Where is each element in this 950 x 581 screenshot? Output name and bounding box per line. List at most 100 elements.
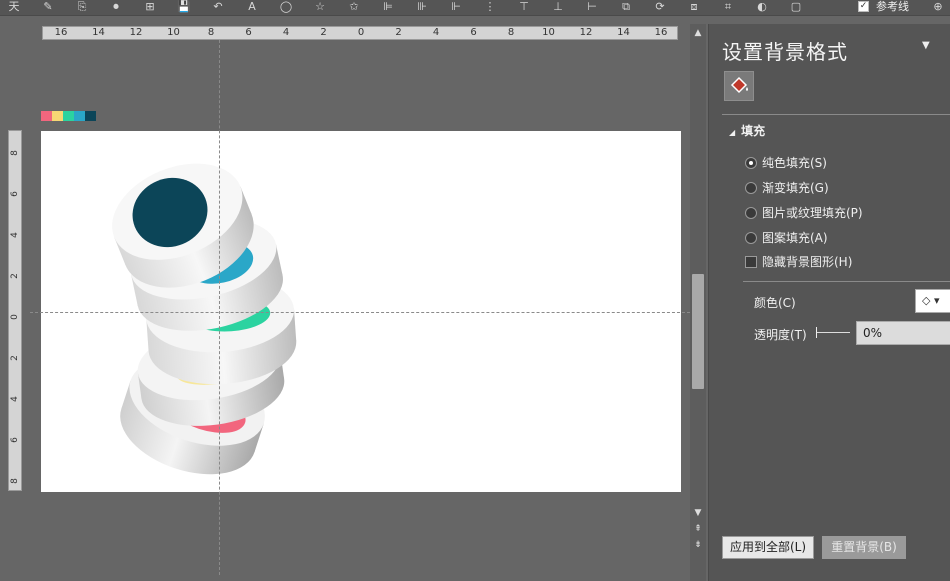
reference-line-checkbox[interactable]: ✓ (858, 1, 869, 12)
ruler-tick-label: 6 (470, 27, 477, 38)
transparency-slider-handle[interactable] (816, 327, 817, 338)
distribute-icon[interactable]: ⋮ (482, 0, 498, 14)
ruler-tick-label: 8 (10, 478, 20, 484)
reset-background-button[interactable]: 重置背景(B) (822, 536, 906, 559)
gradient-fill-label: 渐变填充(G) (762, 181, 829, 195)
scroll-down-icon[interactable]: ▼ (691, 506, 705, 520)
divider (743, 281, 950, 282)
transparency-label: 透明度(T) (754, 328, 807, 342)
star-icon[interactable]: ☆ (312, 0, 328, 14)
vertical-scrollbar[interactable]: ▲ ▼ ⇞ ⇟ (690, 24, 706, 581)
transparency-slider[interactable] (816, 332, 850, 333)
quick-access-toolbar: ✓ 参考线 ⊕ 天 ✎ ⎘ ⏺ ⊞ 💾 ↶ A ◯ ☆ ✩ ⊫ ⊪ ⊩ ⋮ ⊤ ⊥ ⊢ ⧉ ⟳ ⧈ ⌗ ◐ ▢ (0, 0, 950, 16)
pattern-fill-radio[interactable] (745, 231, 757, 244)
solid-fill-option[interactable]: 纯色填充(S) (745, 154, 827, 171)
pattern-fill-label: 图案填充(A) (762, 231, 828, 245)
ruler-tick-label: 8 (507, 27, 515, 38)
gradient-fill-radio[interactable] (745, 181, 757, 194)
effect-icon[interactable]: ◐ (754, 0, 770, 14)
record-icon[interactable]: ⏺ (108, 0, 124, 14)
ruler-tick-label: 6 (10, 191, 20, 197)
fill-tab-paint-bucket-icon[interactable] (724, 71, 754, 101)
textbox-icon[interactable]: A (244, 0, 260, 14)
ruler-tick-label: 16 (54, 27, 68, 38)
align-bottom-icon[interactable]: ⊢ (584, 0, 600, 14)
picture-texture-fill-radio[interactable] (745, 206, 757, 219)
align-left-icon[interactable]: ⊫ (380, 0, 396, 14)
align-right-icon[interactable]: ⊩ (448, 0, 464, 14)
ruler-tick-label: 4 (432, 27, 440, 38)
solid-fill-label: 纯色填充(S) (762, 156, 827, 170)
grid-icon[interactable]: ⊞ (142, 0, 158, 14)
ruler-tick-label: 0 (10, 314, 20, 320)
rotate-icon[interactable]: ⟳ (652, 0, 668, 14)
previous-slide-icon[interactable]: ⇞ (691, 522, 705, 536)
ruler-tick-label: 12 (579, 27, 593, 38)
apply-to-all-button[interactable]: 应用到全部(L) (722, 536, 814, 559)
next-slide-icon[interactable]: ⇟ (691, 538, 705, 552)
ruler-tick-label: 6 (10, 437, 20, 443)
ruler-tick-label: 4 (10, 396, 20, 402)
text-icon[interactable]: 天 (6, 0, 22, 14)
ruler-tick-label: 2 (10, 273, 20, 279)
panel-options-chevron-icon[interactable]: ▼ (922, 40, 930, 51)
save-icon[interactable]: 💾 (176, 0, 192, 14)
ruler-tick-label: 8 (10, 150, 20, 156)
paste-icon[interactable]: ⎘ (74, 0, 90, 14)
fill-color-dropdown[interactable]: ◇ ▾ (915, 289, 950, 313)
horizontal-ruler: 16 14 12 10 8 6 4 2 0 2 4 6 8 10 12 14 16 (42, 26, 678, 40)
group-icon[interactable]: ⧉ (618, 0, 634, 14)
shape-icon[interactable]: ◯ (278, 0, 294, 14)
ruler-tick-label: 2 (395, 27, 402, 38)
align-top-icon[interactable]: ⊤ (516, 0, 532, 14)
palette-swatch[interactable] (41, 111, 52, 121)
scroll-up-icon[interactable]: ▲ (691, 26, 705, 40)
format-background-panel: 设置背景格式 ▼ ◢ 填充 纯色填充(S) 渐变填充(G) 图片或纹理填充(P) … (708, 24, 950, 581)
color-label: 颜色(C) (754, 296, 796, 310)
scroll-thumb[interactable] (692, 274, 704, 389)
palette-swatch[interactable] (63, 111, 74, 121)
ruler-tick-label: 6 (245, 27, 252, 38)
undo-icon[interactable]: ↶ (210, 0, 226, 14)
panel-title: 设置背景格式 (722, 40, 848, 64)
ruler-tick-label: 14 (617, 27, 630, 38)
reference-line-label[interactable]: 参考线 (876, 0, 909, 13)
hide-background-graphics-checkbox[interactable] (745, 255, 757, 268)
palette-swatch[interactable] (52, 111, 63, 121)
fill-section-label: 填充 (741, 124, 766, 138)
ruler-tick-label: 0 (357, 27, 365, 38)
horizontal-guide-line[interactable] (30, 312, 690, 313)
align-middle-icon[interactable]: ⊥ (550, 0, 566, 14)
ruler-tick-label: 4 (282, 27, 290, 38)
vertical-ruler: 8 6 4 2 0 2 4 6 8 (8, 130, 22, 491)
pattern-fill-option[interactable]: 图案填充(A) (745, 229, 828, 246)
add-icon[interactable]: ⊕ (930, 0, 946, 14)
vertical-guide-line[interactable] (219, 40, 220, 575)
ruler-tick-label: 12 (129, 27, 143, 38)
ruler-tick-label: 16 (654, 27, 668, 38)
hide-background-graphics-option[interactable]: 隐藏背景图形(H) (745, 253, 852, 270)
star-outline-icon[interactable]: ✩ (346, 0, 362, 14)
crop-icon[interactable]: ⌗ (720, 0, 736, 14)
ruler-tick-label: 14 (92, 27, 105, 38)
ruler-tick-label: 10 (167, 27, 180, 38)
picture-texture-fill-label: 图片或纹理填充(P) (762, 206, 863, 220)
solid-fill-radio[interactable] (745, 156, 757, 169)
ruler-tick-label: 2 (10, 355, 20, 361)
hide-background-graphics-label: 隐藏背景图形(H) (762, 255, 853, 269)
palette-swatch[interactable] (85, 111, 96, 121)
picture-texture-fill-option[interactable]: 图片或纹理填充(P) (745, 204, 863, 221)
ruler-tick-label: 10 (542, 27, 555, 38)
ruler-tick-label: 2 (320, 27, 327, 38)
arrange-icon[interactable]: ⧈ (686, 0, 702, 14)
align-center-icon[interactable]: ⊪ (414, 0, 430, 14)
gradient-fill-option[interactable]: 渐变填充(G) (745, 179, 829, 196)
frame-icon[interactable]: ▢ (788, 0, 804, 14)
brush-icon[interactable]: ✎ (40, 0, 56, 14)
transparency-input[interactable]: 0% (856, 321, 950, 345)
palette-swatch[interactable] (74, 111, 85, 121)
color-palette (41, 111, 96, 121)
collapse-triangle-icon: ◢ (729, 128, 736, 137)
fill-section-header[interactable]: ◢ 填充 (729, 122, 765, 139)
divider (722, 114, 950, 115)
